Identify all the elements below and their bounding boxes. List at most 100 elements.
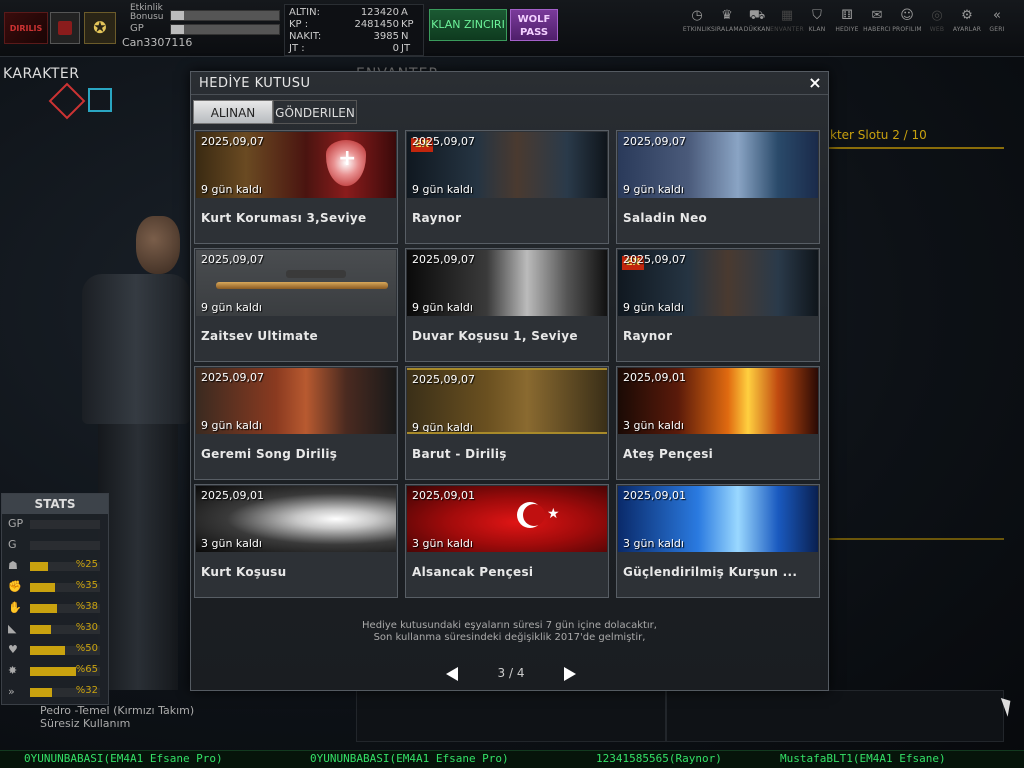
gift-name: Barut - Diriliş [412,447,507,461]
tab-sent[interactable]: GÖNDERILEN [273,100,357,124]
character-usage-line: Süresiz Kullanım [40,717,131,730]
gift-date: 2025,09,01 [412,489,475,502]
nav-label: ENVANTER [770,26,804,33]
nav-dükkan[interactable]: ⛟ DÜKKAN [740,6,774,40]
back-icon: « [993,8,1001,23]
close-icon[interactable]: × [807,74,823,92]
gift-thumbnail: 2025,09,07 9 gün kaldı [196,250,396,316]
nav-ayarlar[interactable]: ⚙ AYARLAR [950,6,984,40]
gift-thumbnail: 2025,09,07 9 gün kaldı [196,368,396,434]
gift-date: 2025,09,07 [412,373,475,386]
nav-haberci[interactable]: ✉ HABERCI [860,6,894,40]
gp-bar [170,24,280,35]
stat-row: ✋ %38 [6,600,106,616]
news-ticker: 0YUNUNBABASI(EM4A1 Efsane Pro) 0YUNUNBAB… [0,750,1024,768]
slot-label: kter Slotu 2 / 10 [830,128,927,142]
gift-days-left: 9 gün kaldı [623,183,684,196]
slot-divider [828,147,1004,149]
gift-name: Geremi Song Diriliş [201,447,338,461]
tab-received[interactable]: ALINAN [193,100,273,124]
stat-value: %50 [75,643,98,654]
gift-box-modal: HEDİYE KUTUSU × ALINAN GÖNDERILEN 2025,0… [190,71,829,691]
megaphone-icon: ✉ [871,8,883,23]
cart-icon: ⛟ [748,8,766,23]
nav-siralama[interactable]: ♛ SIRALAMA [710,6,744,40]
currency-label: ALTIN: [289,7,320,18]
stat-row: » %32 [6,684,106,700]
gift-card[interactable]: 2025,09,07 9 gün kaldı Barut - Diriliş [405,366,609,480]
star-icon: ★ [547,506,560,522]
rifle-icon [216,282,388,289]
medal-icon: ✪ [84,12,116,44]
gift-thumbnail: 2025,09,07 9 gün kaldı [196,132,396,198]
nav-label: SIRALAMA [710,26,744,33]
burst-icon: ✸ [8,664,18,677]
stat-value: %35 [75,580,98,591]
stat-value: %30 [75,622,98,633]
prev-page-icon[interactable] [446,667,458,681]
bonus-bar [170,10,280,21]
nav-geri[interactable]: « GERI [980,6,1014,40]
gift-name: Saladin Neo [623,211,708,225]
settings-icon: ⚙ [961,8,973,23]
gift-name: Duvar Koşusu 1, Seviye [412,329,578,343]
bottom-panel-left [356,690,666,742]
gift-card[interactable]: EX 2025,09,07 9 gün kaldı Raynor [405,130,609,244]
gift-days-left: 9 gün kaldı [201,301,262,314]
character-name: Pedro -Temel (Kırmızı Takım) Süresiz Kul… [40,704,194,730]
nav-label: PROFILIM [892,26,922,33]
gift-date: 2025,09,01 [623,371,686,384]
gift-date: 2025,09,07 [623,253,686,266]
nav-envanter[interactable]: ▦ ENVANTER [770,6,804,40]
wolf-pass-button[interactable]: WOLF PASS [510,9,558,41]
nav-web[interactable]: ◎ WEB [920,6,954,40]
stat-row: ✸ %65 [6,663,106,679]
gift-days-left: 3 gün kaldı [412,537,473,550]
top-bar: DIRILIS ✪ Etkinlik Bonusu GP Can3307116 … [0,0,1024,57]
gift-card[interactable]: EX 2025,09,07 9 gün kaldı Raynor [616,248,820,362]
character-title: KARAKTER [3,66,80,82]
gift-days-left: 9 gün kaldı [201,419,262,432]
gift-days-left: 3 gün kaldı [623,419,684,432]
nav-klan[interactable]: ⛉ KLAN [800,6,834,40]
heart-icon: ♥ [8,643,18,656]
gift-card[interactable]: 2025,09,01 3 gün kaldı Güçlendirilmiş Kurş… [616,484,820,598]
nav-profilim[interactable]: ☺ PROFILIM [890,6,924,40]
clan-chain-button[interactable]: KLAN ZINCIRI [429,9,507,41]
gift-card[interactable]: 2025,09,07 9 gün kaldı Zaitsev Ultimate [194,248,398,362]
stat-row: ☗ %25 [6,558,106,574]
gift-name: Alsancak Pençesi [412,565,534,579]
gift-days-left: 9 gün kaldı [201,183,262,196]
clock-icon: ◷ [691,8,703,23]
next-page-icon[interactable] [564,667,576,681]
nav-etkinlik[interactable]: ◷ ETKINLIK [680,6,714,40]
gift-card[interactable]: 2025,09,01 3 gün kaldı Kurt Koşusu [194,484,398,598]
shield-icon [326,140,366,186]
pager: 3 / 4 [441,664,581,686]
gift-name: Ateş Pençesi [623,447,714,461]
red-class-icon[interactable] [48,82,86,120]
clan-icon: ⛉ [812,8,822,23]
gift-date: 2025,09,07 [201,371,264,384]
gift-name: Kurt Koşusu [201,565,287,579]
gift-card[interactable]: 2025,09,01 3 gün kaldı Ateş Pençesi [616,366,820,480]
nav-label: HEDIYE [835,26,859,33]
nav-hediye[interactable]: ⚅ HEDIYE [830,6,864,40]
gift-days-left: 9 gün kaldı [412,183,473,196]
currency-label: JT : [289,43,305,54]
fist-icon: ✊ [8,580,22,593]
gift-card[interactable]: 2025,09,07 9 gün kaldı Duvar Koşusu 1, Sev… [405,248,609,362]
currency-value: 3985 [373,31,399,42]
blue-class-icon[interactable] [88,88,112,112]
username: Can3307116 [122,36,193,49]
modal-divider [191,94,828,95]
gift-card[interactable]: 2025,09,07 9 gün kaldı Kurt Koruması 3,Sev… [194,130,398,244]
stat-value: %32 [75,685,98,696]
gift-card[interactable]: 2025,09,07 9 gün kaldı Saladin Neo [616,130,820,244]
gift-icon: ⚅ [841,8,853,23]
gift-date: 2025,09,01 [201,489,264,502]
gift-card[interactable]: ★ 2025,09,01 3 gün kaldı Alsancak Pençesi [405,484,609,598]
stat-row: ◣ %30 [6,621,106,637]
ticker-item: MustafaBLT1(EM4A1 Efsane) [780,752,946,765]
gift-card[interactable]: 2025,09,07 9 gün kaldı Geremi Song Diriliş [194,366,398,480]
